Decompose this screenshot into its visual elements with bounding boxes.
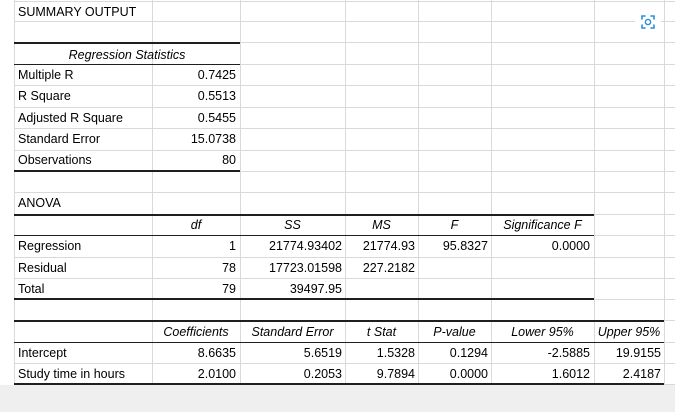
anova-header-ss: SS	[284, 218, 301, 232]
stat-value: 80	[222, 153, 236, 167]
stat-value: 0.7425	[197, 68, 236, 82]
coef-row-label: Intercept	[18, 346, 67, 360]
anova-ms: 227.2182	[362, 261, 415, 275]
coef-value: 2.0100	[197, 367, 236, 381]
table-border	[14, 320, 664, 322]
coef-p: 0.0000	[449, 367, 488, 381]
coef-header-coefficients: Coefficients	[163, 325, 229, 339]
coef-header-lower: Lower 95%	[511, 325, 574, 339]
gridline-h	[14, 107, 675, 108]
coef-se: 0.2053	[303, 367, 342, 381]
stat-value: 15.0738	[190, 132, 236, 146]
gridline-h	[14, 363, 675, 364]
stat-value: 0.5455	[197, 111, 236, 125]
coef-lower: 1.6012	[551, 367, 590, 381]
anova-df: 78	[222, 261, 236, 275]
table-border	[14, 64, 240, 65]
stat-label: R Square	[18, 89, 71, 103]
gridline-h	[14, 1, 675, 2]
bottom-bar	[0, 385, 675, 412]
table-border	[14, 342, 664, 343]
gridline-h	[14, 257, 675, 258]
stat-label: Multiple R	[18, 68, 74, 82]
coef-p: 0.1294	[449, 346, 488, 360]
regression-stats-header: Regression Statistics	[68, 48, 186, 62]
anova-ms: 21774.93	[362, 239, 415, 253]
coef-value: 8.6635	[197, 346, 236, 360]
anova-df: 1	[229, 239, 236, 253]
table-border	[14, 235, 594, 236]
anova-ss: 39497.95	[289, 282, 342, 296]
anova-df: 79	[222, 282, 236, 296]
spreadsheet: SUMMARY OUTPUT Regression Statistics Mul…	[0, 0, 675, 412]
coef-upper: 2.4187	[622, 367, 661, 381]
coef-header-p: P-value	[433, 325, 476, 339]
stat-label: Standard Error	[18, 132, 100, 146]
anova-ss: 21774.93402	[269, 239, 342, 253]
coef-upper: 19.9155	[615, 346, 661, 360]
anova-row-label: Regression	[18, 239, 82, 253]
anova-header-f: F	[450, 218, 459, 232]
coef-header-upper: Upper 95%	[597, 325, 661, 339]
row-gutter	[0, 0, 14, 385]
gridline-h	[14, 85, 675, 86]
table-border	[14, 42, 240, 44]
coef-se: 5.6519	[303, 346, 342, 360]
table-border	[14, 214, 594, 216]
anova-header-df: df	[190, 218, 202, 232]
stat-value: 0.5513	[197, 89, 236, 103]
anova-row-label: Total	[18, 282, 45, 296]
gridline-h	[14, 278, 675, 279]
coef-lower: -2.5885	[547, 346, 590, 360]
coef-row-label: Study time in hours	[18, 367, 125, 381]
anova-header-sig: Significance F	[503, 218, 582, 232]
stat-label: Observations	[18, 153, 92, 167]
anova-sig: 0.0000	[551, 239, 590, 253]
summary-title: SUMMARY OUTPUT	[18, 5, 137, 19]
coef-t: 1.5328	[376, 346, 415, 360]
gridline-h	[14, 150, 675, 151]
anova-f: 95.8327	[442, 239, 488, 253]
anova-ss: 17723.01598	[269, 261, 342, 275]
gridline-h	[14, 21, 675, 22]
expand-icon[interactable]	[634, 8, 662, 36]
gridline-h	[14, 128, 675, 129]
gridline-h	[14, 192, 675, 193]
coef-t: 9.7894	[376, 367, 415, 381]
table-border	[14, 170, 240, 172]
stat-label: Adjusted R Square	[18, 111, 123, 125]
coef-header-se: Standard Error	[251, 325, 334, 339]
anova-header-ms: MS	[372, 218, 391, 232]
anova-title: ANOVA	[18, 196, 61, 210]
anova-row-label: Residual	[18, 261, 67, 275]
table-border	[14, 298, 594, 300]
coef-header-t: t Stat	[366, 325, 397, 339]
